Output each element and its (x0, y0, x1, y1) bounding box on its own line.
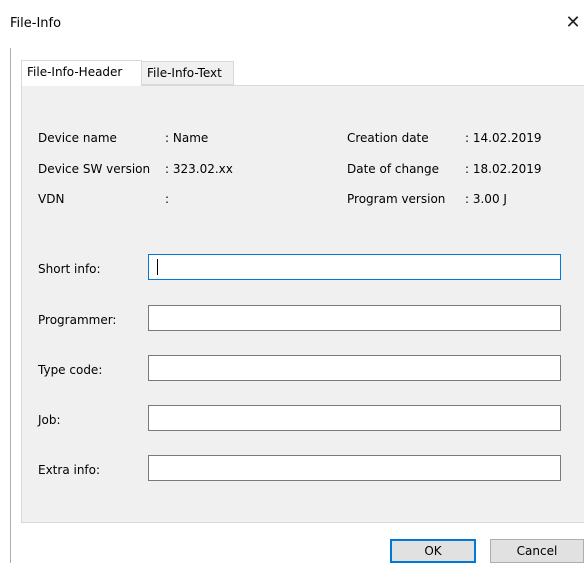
window-title: File-Info (10, 16, 62, 31)
vdn-label: VDN (38, 192, 65, 206)
cancel-button[interactable]: Cancel (490, 539, 584, 563)
date-of-change-label: Date of change (347, 162, 440, 176)
job-label: Job: (38, 413, 61, 427)
text-caret (157, 259, 158, 275)
short-info-input[interactable] (148, 254, 561, 280)
tab-file-info-text[interactable]: File-Info-Text (142, 61, 234, 85)
window-border (10, 48, 11, 563)
programmer-input[interactable] (148, 305, 561, 331)
extra-info-label: Extra info: (38, 463, 101, 477)
close-icon[interactable]: ✕ (562, 12, 584, 34)
device-name-value: : Name (165, 131, 209, 145)
type-code-label: Type code: (38, 363, 103, 377)
tab-file-info-header[interactable]: File-Info-Header (21, 60, 142, 86)
device-sw-version-label: Device SW version (38, 162, 151, 176)
short-info-label: Short info: (38, 262, 101, 276)
vdn-value: : (165, 192, 170, 206)
program-version-value: : 3.00 J (465, 192, 507, 206)
ok-button[interactable]: OK (390, 539, 476, 563)
type-code-input[interactable] (148, 355, 561, 381)
tab-label: File-Info-Header (27, 65, 123, 79)
title-bar: File-Info ✕ (0, 0, 584, 48)
creation-date-value: : 14.02.2019 (465, 131, 542, 145)
device-name-label: Device name (38, 131, 117, 145)
creation-date-label: Creation date (347, 131, 429, 145)
date-of-change-value: : 18.02.2019 (465, 162, 542, 176)
program-version-label: Program version (347, 192, 446, 206)
job-input[interactable] (148, 405, 561, 431)
device-sw-version-value: : 323.02.xx (165, 162, 233, 176)
tab-label: File-Info-Text (147, 66, 222, 80)
programmer-label: Programmer: (38, 313, 117, 327)
extra-info-input[interactable] (148, 455, 561, 481)
